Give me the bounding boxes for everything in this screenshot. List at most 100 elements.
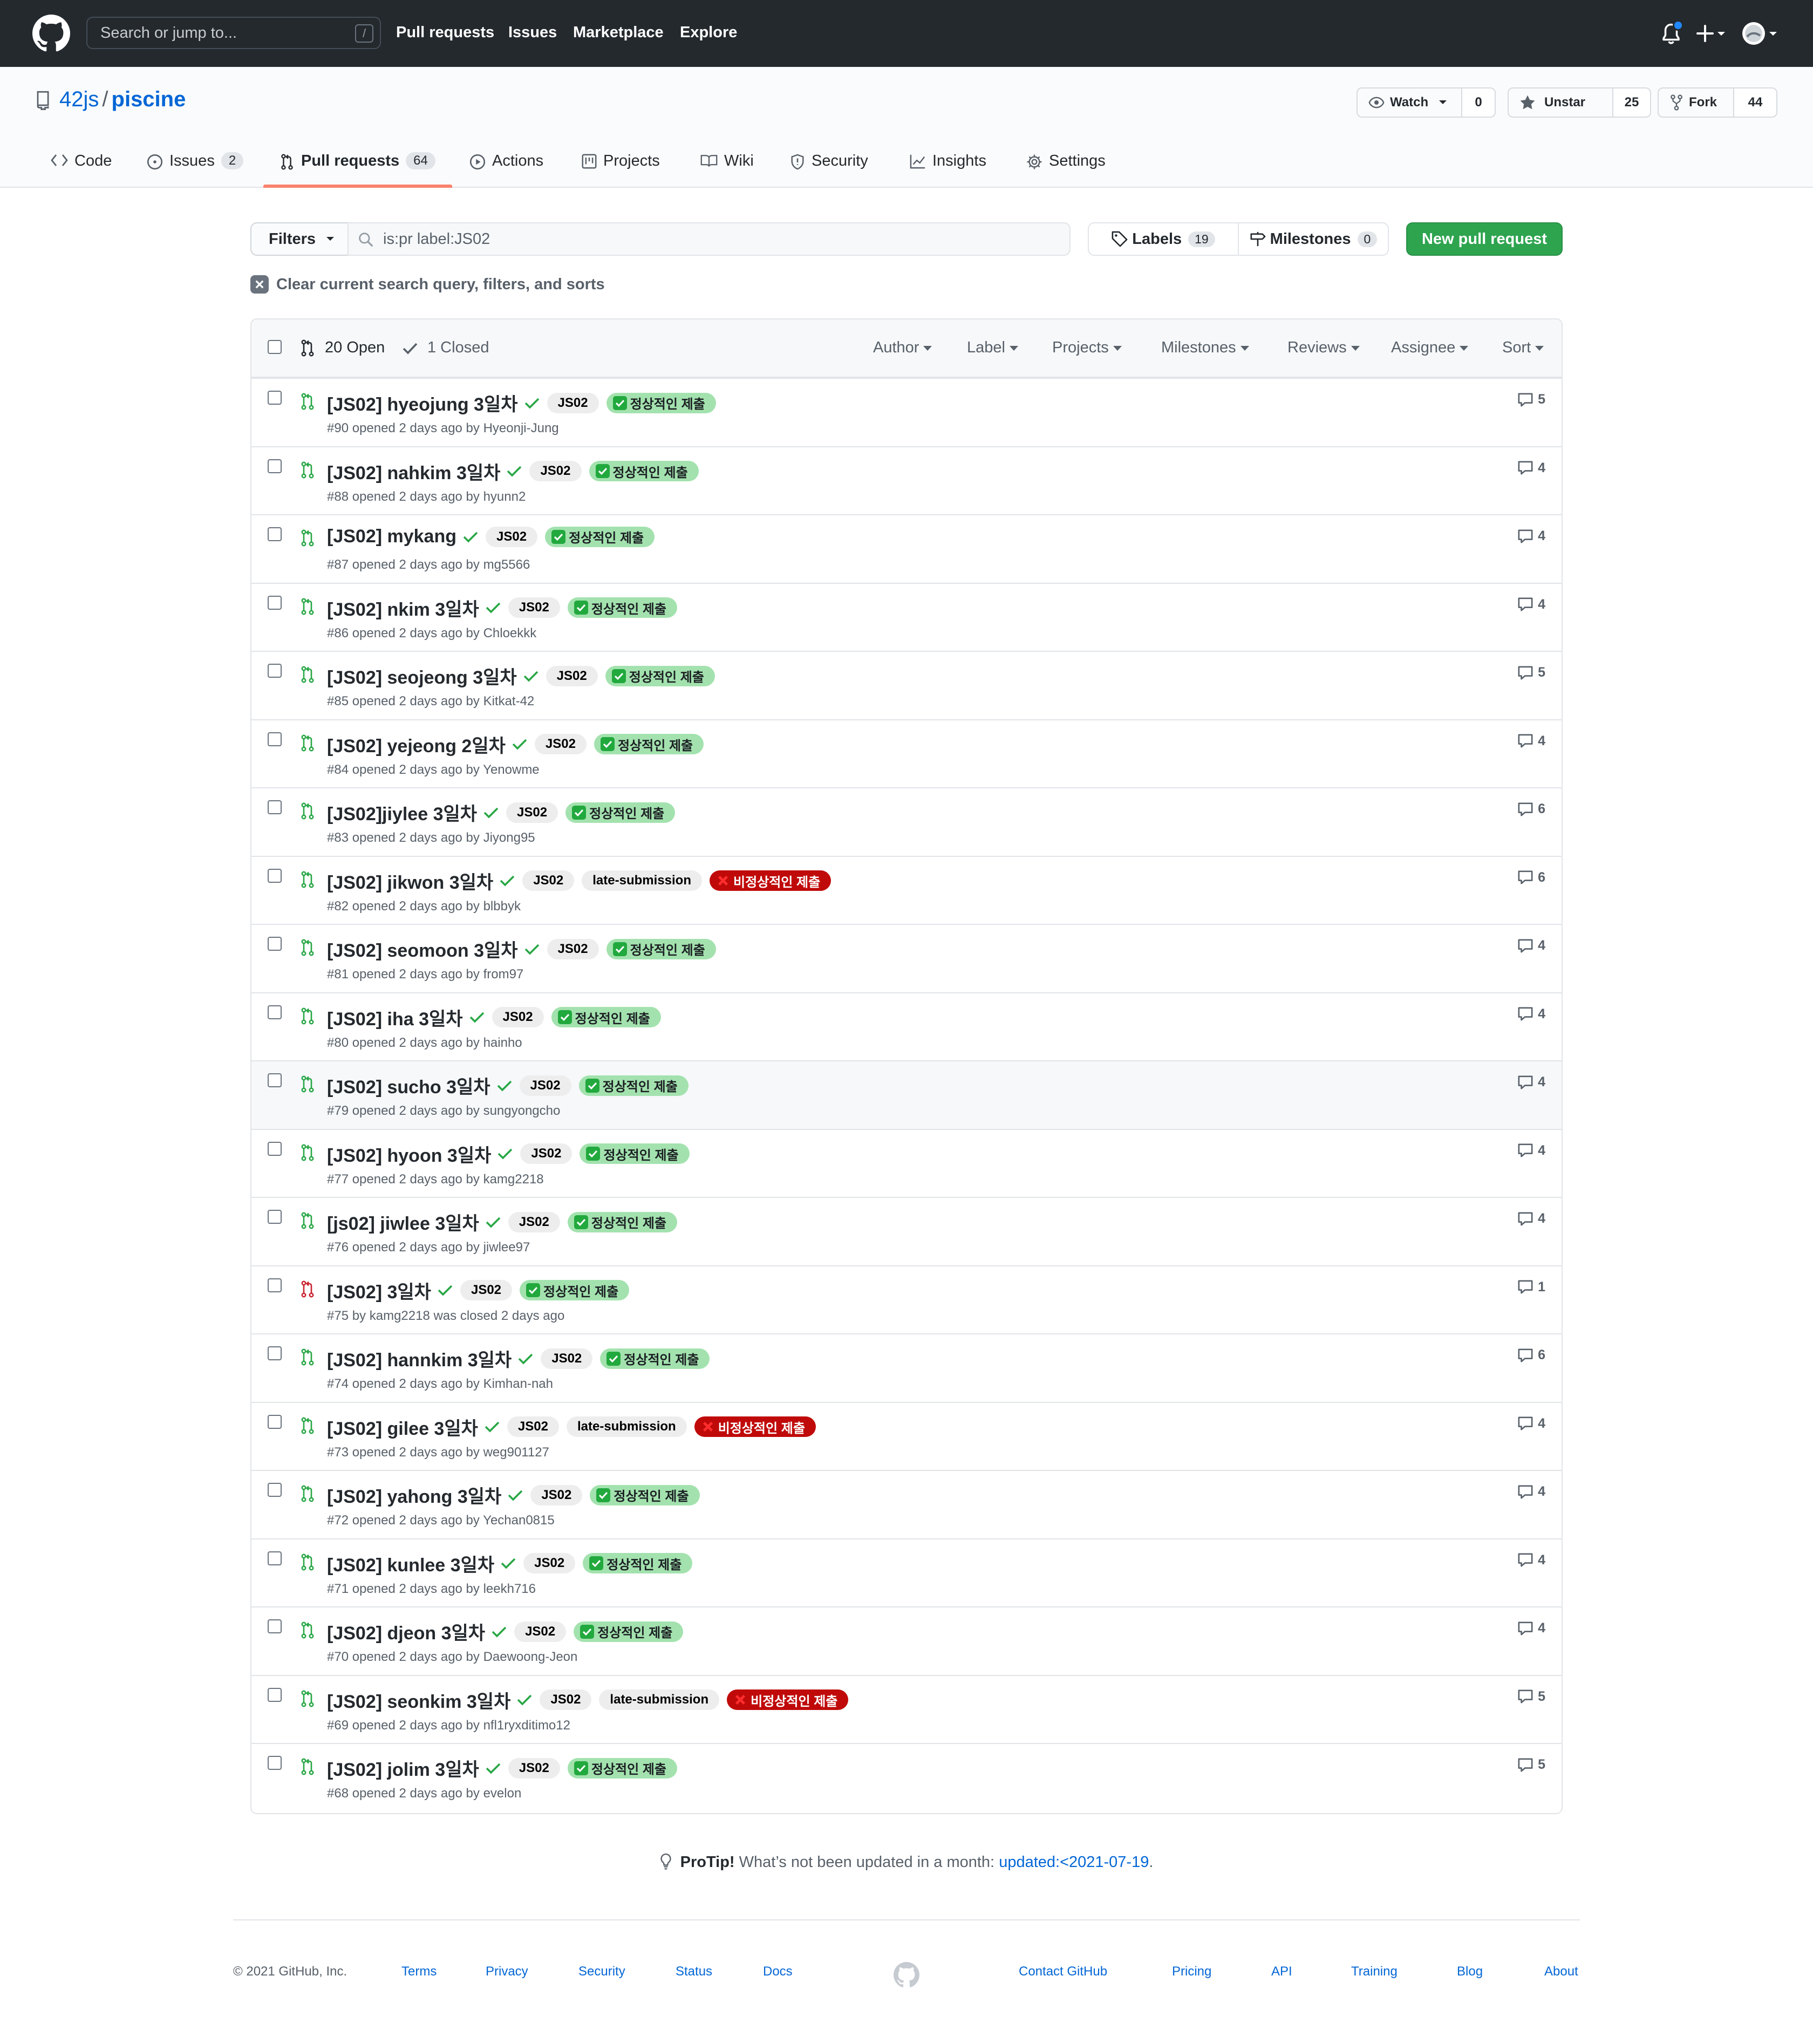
label-valid-submission[interactable]: 정상적인 제출: [567, 597, 677, 618]
labels-button[interactable]: Labels 19: [1089, 223, 1238, 255]
footer-link-blog[interactable]: Blog: [1457, 1964, 1483, 1979]
label-js02[interactable]: JS02: [530, 1484, 583, 1505]
tab-code[interactable]: Code: [51, 148, 112, 188]
footer-link-security[interactable]: Security: [578, 1964, 625, 1979]
label-js02[interactable]: JS02: [508, 1211, 560, 1232]
pull-request-row[interactable]: [JS02] yahong 3일차 JS02 정상적인 제출 #72 opened 2…: [251, 1470, 1562, 1538]
pull-request-row[interactable]: [js02] jiwlee 3일차 JS02 정상적인 제출 #76 opened 2…: [251, 1197, 1562, 1265]
label-valid-submission[interactable]: 정상적인 제출: [583, 1553, 693, 1573]
tab-settings[interactable]: Settings: [1026, 148, 1106, 188]
footer-link-api[interactable]: API: [1271, 1964, 1292, 1979]
label-js02[interactable]: JS02: [546, 665, 598, 686]
footer-link-terms[interactable]: Terms: [401, 1964, 437, 1979]
label-valid-submission[interactable]: 정상적인 제출: [605, 665, 715, 686]
row-checkbox[interactable]: [268, 1756, 282, 1770]
star-count[interactable]: 25: [1613, 87, 1651, 118]
row-checkbox[interactable]: [268, 1687, 282, 1702]
label-js02[interactable]: JS02: [506, 802, 558, 823]
pull-request-row[interactable]: [JS02] gilee 3일차 JS02 late-submission 비정상적인…: [251, 1401, 1562, 1470]
tab-projects[interactable]: Projects: [582, 148, 660, 188]
github-logo-icon[interactable]: [32, 15, 70, 52]
pull-request-row[interactable]: [JS02] iha 3일차 JS02 정상적인 제출 #80 opened 2 da…: [251, 992, 1562, 1061]
label-valid-submission[interactable]: 정상적인 제출: [580, 1143, 690, 1164]
comments-link[interactable]: 4: [1517, 1620, 1545, 1636]
pull-request-title-link[interactable]: [JS02] iha 3일차: [327, 1004, 463, 1031]
label-valid-submission[interactable]: 정상적인 제출: [594, 734, 704, 754]
comments-link[interactable]: 5: [1517, 1689, 1545, 1705]
label-valid-submission[interactable]: 정상적인 제출: [589, 461, 699, 481]
footer-link-training[interactable]: Training: [1351, 1964, 1398, 1979]
pull-request-title-link[interactable]: [JS02] yejeong 2일차: [327, 731, 506, 758]
row-checkbox[interactable]: [268, 732, 282, 746]
row-checkbox[interactable]: [268, 527, 282, 541]
label-js02[interactable]: JS02: [541, 1348, 593, 1369]
label-valid-submission[interactable]: 정상적인 제출: [574, 1621, 684, 1642]
label-valid-submission[interactable]: 정상적인 제출: [600, 1348, 710, 1369]
pull-request-title-link[interactable]: [JS02] hyoon 3일차: [327, 1141, 491, 1167]
label-js02[interactable]: JS02: [522, 870, 575, 891]
label-late-submission[interactable]: late-submission: [566, 1416, 687, 1437]
pull-request-title-link[interactable]: [JS02] seojeong 3일차: [327, 663, 517, 689]
comments-link[interactable]: 4: [1517, 733, 1545, 749]
comments-link[interactable]: 4: [1517, 528, 1545, 544]
comments-link[interactable]: 4: [1517, 1211, 1545, 1227]
global-search-input[interactable]: Search or jump to... /: [86, 17, 381, 49]
label-invalid-submission[interactable]: 비정상적인 제출: [727, 1689, 849, 1710]
tab-security[interactable]: Security: [790, 148, 868, 188]
comments-link[interactable]: 4: [1517, 1074, 1545, 1090]
pull-request-row[interactable]: [JS02] jolim 3일차 JS02 정상적인 제출 #68 opened 2 …: [251, 1743, 1562, 1811]
select-all-checkbox[interactable]: [268, 340, 282, 354]
comments-link[interactable]: 4: [1517, 1416, 1545, 1432]
pull-request-row[interactable]: [JS02] 3일차 JS02 정상적인 제출 #75 by kamg2218 was…: [251, 1265, 1562, 1334]
pull-request-row[interactable]: [JS02] nkim 3일차 JS02 정상적인 제출 #86 opened 2 d…: [251, 582, 1562, 651]
pull-request-title-link[interactable]: [JS02] yahong 3일차: [327, 1482, 501, 1508]
pull-request-title-link[interactable]: [JS02] jikwon 3일차: [327, 868, 493, 894]
label-js02[interactable]: JS02: [520, 1143, 572, 1164]
label-late-submission[interactable]: late-submission: [599, 1689, 720, 1710]
chevron-down-icon[interactable]: [1717, 31, 1726, 37]
footer-link-about[interactable]: About: [1544, 1964, 1578, 1979]
pull-request-row[interactable]: [JS02] nahkim 3일차 JS02 정상적인 제출 #88 opened 2…: [251, 446, 1562, 515]
label-valid-submission[interactable]: 정상적인 제출: [578, 1075, 689, 1096]
pull-request-row[interactable]: [JS02] jikwon 3일차 JS02 late-submission 비정상적…: [251, 855, 1562, 924]
protip-link[interactable]: updated:<2021-07-19: [999, 1854, 1149, 1871]
row-checkbox[interactable]: [268, 868, 282, 883]
author-filter[interactable]: Author: [873, 339, 932, 357]
label-js02[interactable]: JS02: [514, 1621, 567, 1642]
row-checkbox[interactable]: [268, 1619, 282, 1633]
label-valid-submission[interactable]: 정상적인 제출: [590, 1484, 700, 1505]
open-filter-link[interactable]: 20 Open: [300, 339, 385, 357]
comments-link[interactable]: 6: [1517, 870, 1545, 885]
new-pull-request-button[interactable]: New pull request: [1406, 222, 1563, 256]
comments-link[interactable]: 1: [1517, 1279, 1545, 1295]
fork-button[interactable]: Fork: [1658, 87, 1734, 118]
nav-marketplace[interactable]: Marketplace: [573, 24, 664, 42]
comments-link[interactable]: 4: [1517, 597, 1545, 612]
pull-request-title-link[interactable]: [JS02] hannkim 3일차: [327, 1345, 512, 1372]
pull-request-title-link[interactable]: [JS02] nahkim 3일차: [327, 458, 500, 485]
row-checkbox[interactable]: [268, 1005, 282, 1019]
footer-link-status[interactable]: Status: [676, 1964, 712, 1979]
label-late-submission[interactable]: late-submission: [582, 870, 702, 891]
comments-link[interactable]: 5: [1517, 1757, 1545, 1773]
pull-request-title-link[interactable]: [JS02] 3일차: [327, 1277, 431, 1304]
pull-request-title-link[interactable]: [JS02] sucho 3일차: [327, 1072, 490, 1099]
label-js02[interactable]: JS02: [492, 1007, 544, 1027]
label-js02[interactable]: JS02: [508, 1757, 560, 1779]
sort-filter[interactable]: Sort: [1502, 339, 1544, 357]
pull-request-row[interactable]: [JS02] hannkim 3일차 JS02 정상적인 제출 #74 opened …: [251, 1333, 1562, 1402]
pull-request-title-link[interactable]: [JS02] seomoon 3일차: [327, 936, 518, 962]
pull-request-title-link[interactable]: [JS02] nkim 3일차: [327, 595, 479, 621]
repo-name-link[interactable]: piscine: [112, 87, 186, 111]
row-checkbox[interactable]: [268, 1551, 282, 1565]
label-js02[interactable]: JS02: [486, 526, 538, 547]
comments-link[interactable]: 6: [1517, 801, 1545, 817]
footer-link-docs[interactable]: Docs: [763, 1964, 793, 1979]
milestones-button[interactable]: Milestones 0: [1238, 223, 1388, 255]
tab-insights[interactable]: Insights: [910, 148, 986, 188]
label-valid-submission[interactable]: 정상적인 제출: [565, 802, 676, 823]
nav-pull-requests[interactable]: Pull requests: [396, 24, 494, 42]
pull-request-row[interactable]: [JS02]jiylee 3일차 JS02 정상적인 제출 #83 opened 2 …: [251, 787, 1562, 856]
label-filter[interactable]: Label: [967, 339, 1018, 357]
label-valid-submission[interactable]: 정상적인 제출: [606, 938, 716, 959]
